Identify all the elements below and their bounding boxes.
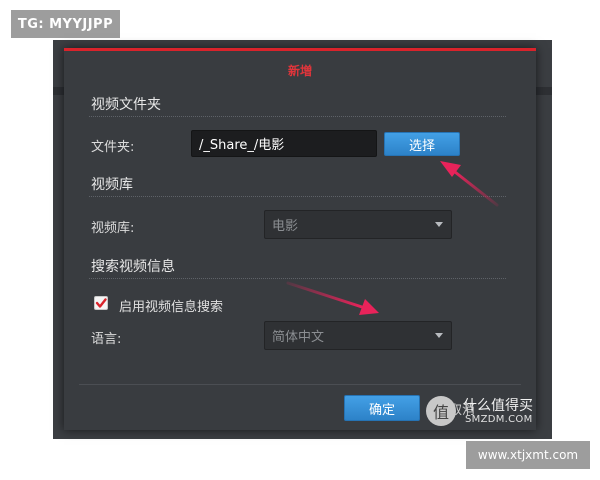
site-badge: www.xtjxmt.com: [466, 441, 590, 469]
watermark-url: SMZDM.COM: [465, 414, 533, 425]
watermark-title: 什么值得买: [463, 398, 533, 414]
smzdm-logo-icon: 值: [426, 396, 456, 426]
smzdm-watermark: 值 什么值得买 SMZDM.COM: [426, 392, 546, 432]
